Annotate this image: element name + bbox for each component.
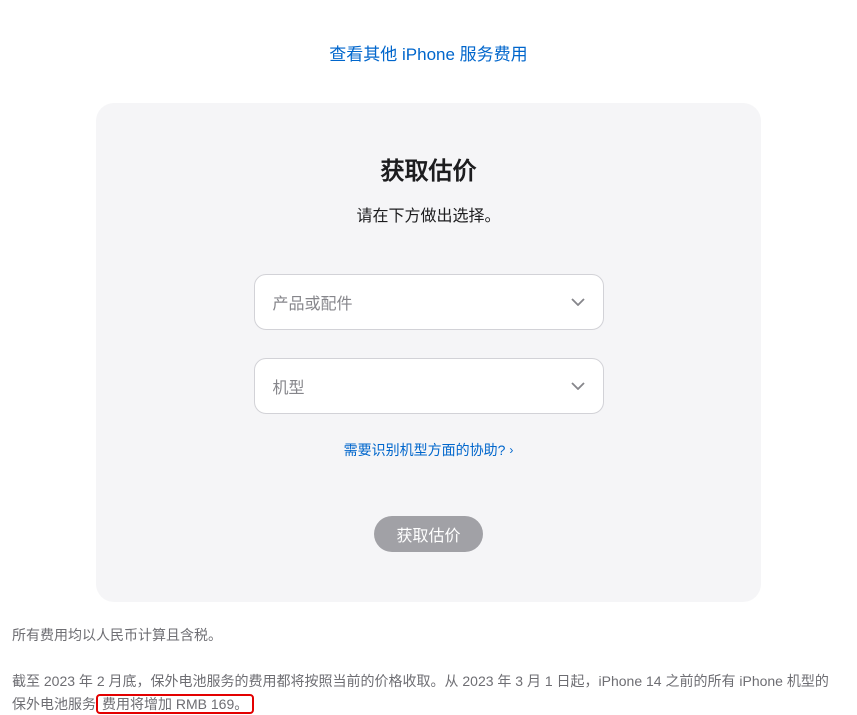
other-services-link[interactable]: 查看其他 iPhone 服务费用: [0, 40, 857, 65]
product-select-placeholder: 产品或配件: [273, 290, 353, 314]
chevron-right-icon: ›: [509, 443, 513, 457]
footer-note-1: 所有费用均以人民币计算且含税。: [12, 624, 832, 646]
chevron-down-icon: [571, 382, 585, 390]
get-estimate-button[interactable]: 获取估价: [374, 516, 482, 552]
estimate-card: 获取估价 请在下方做出选择。 产品或配件 机型 需要识别机型方面的协助? ›: [96, 103, 761, 602]
identify-model-link[interactable]: 需要识别机型方面的协助? ›: [344, 440, 514, 460]
product-select[interactable]: 产品或配件: [254, 274, 604, 330]
model-select[interactable]: 机型: [254, 358, 604, 414]
price-highlight: 费用将增加 RMB 169。: [96, 694, 254, 714]
help-link-label: 需要识别机型方面的协助?: [344, 440, 506, 460]
footer-note-2: 截至 2023 年 2 月底，保外电池服务的费用都将按照当前的价格收取。从 20…: [12, 670, 832, 715]
chevron-down-icon: [571, 298, 585, 306]
card-subtitle: 请在下方做出选择。: [136, 202, 721, 226]
model-select-placeholder: 机型: [273, 374, 305, 398]
card-title: 获取估价: [136, 151, 721, 186]
